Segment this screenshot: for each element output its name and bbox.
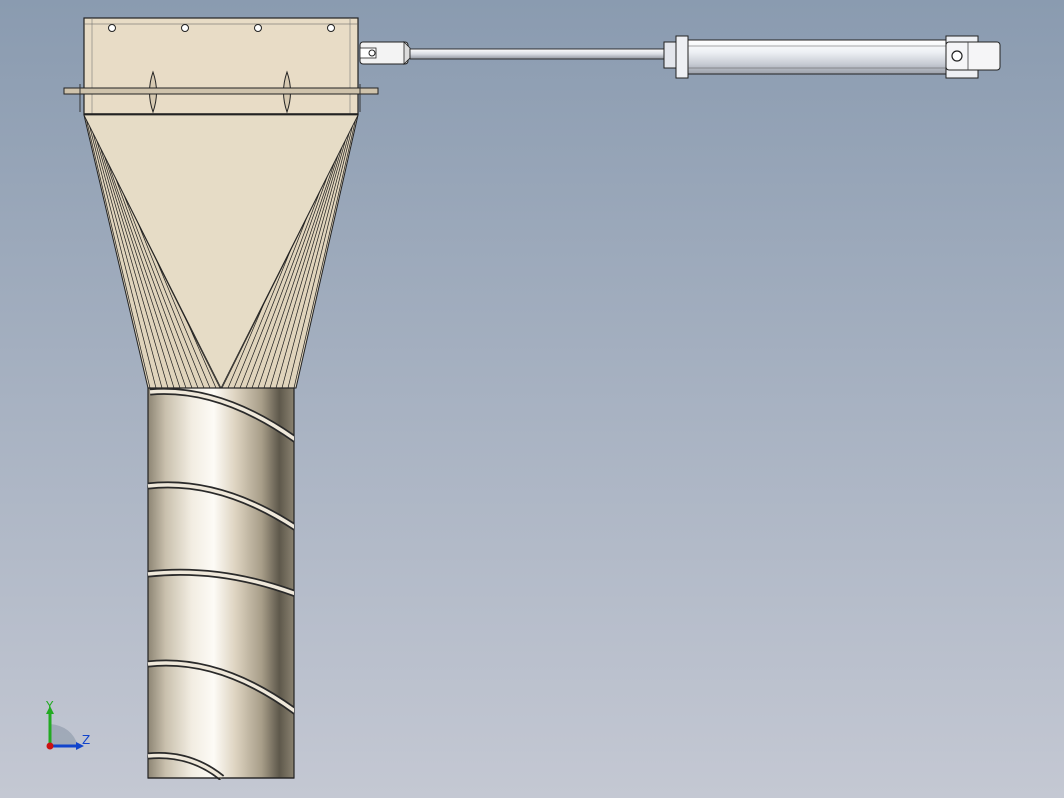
- bolt-hole: [181, 24, 189, 32]
- spiral-tube: [147, 387, 295, 780]
- z-axis-label: Z: [82, 733, 91, 747]
- hopper-box: [63, 17, 379, 115]
- piston-rod: [409, 48, 669, 60]
- bolt-hole: [108, 24, 116, 32]
- graphics-viewport[interactable]: Y Z: [0, 0, 1064, 798]
- pivot-pin: [951, 50, 963, 62]
- y-axis-label: Y: [46, 699, 54, 713]
- model-scene[interactable]: [0, 0, 1064, 798]
- cylinder-barrel: [687, 39, 949, 75]
- x-axis-dot: [46, 742, 54, 750]
- flange: [63, 87, 379, 95]
- triad-plane: [50, 724, 78, 746]
- bolt-hole: [254, 24, 262, 32]
- bolt-hole: [327, 24, 335, 32]
